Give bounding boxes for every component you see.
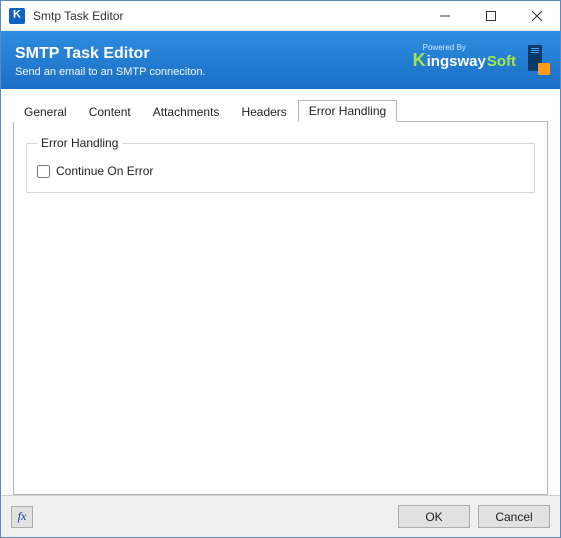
dialog-footer: fx OK Cancel: [1, 495, 560, 537]
brand-suffix: Soft: [487, 53, 516, 70]
continue-on-error-label[interactable]: Continue On Error: [56, 164, 153, 178]
brand-logo: Powered By KingswaySoft: [413, 43, 516, 71]
tab-general[interactable]: General: [13, 101, 78, 122]
maximize-icon: [486, 11, 496, 21]
app-icon: K: [9, 8, 25, 24]
header-band: SMTP Task Editor Send an email to an SMT…: [1, 31, 560, 89]
ok-button[interactable]: OK: [398, 505, 470, 528]
minimize-icon: [440, 11, 450, 21]
window-title: Smtp Task Editor: [33, 9, 422, 23]
tab-content[interactable]: Content: [78, 101, 142, 122]
minimize-button[interactable]: [422, 1, 468, 30]
brand-mid: ingsway: [427, 53, 486, 70]
error-handling-group: Error Handling Continue On Error: [26, 136, 535, 193]
brand-prefix: K: [413, 50, 426, 71]
tab-panel: Error Handling Continue On Error: [13, 122, 548, 495]
tabstrip: General Content Attachments Headers Erro…: [13, 99, 548, 122]
expression-button[interactable]: fx: [11, 506, 33, 528]
server-icon: [528, 45, 550, 75]
titlebar: K Smtp Task Editor: [1, 1, 560, 31]
tab-error-handling[interactable]: Error Handling: [298, 100, 397, 122]
close-button[interactable]: [514, 1, 560, 30]
brand-name: KingswaySoft: [413, 50, 516, 71]
tab-attachments[interactable]: Attachments: [142, 101, 231, 122]
continue-on-error-row: Continue On Error: [37, 164, 524, 178]
tab-headers[interactable]: Headers: [230, 101, 297, 122]
content-area: General Content Attachments Headers Erro…: [1, 89, 560, 495]
group-legend: Error Handling: [37, 136, 122, 150]
maximize-button[interactable]: [468, 1, 514, 30]
continue-on-error-checkbox[interactable]: [37, 165, 50, 178]
cancel-button[interactable]: Cancel: [478, 505, 550, 528]
close-icon: [532, 11, 542, 21]
window-controls: [422, 1, 560, 30]
